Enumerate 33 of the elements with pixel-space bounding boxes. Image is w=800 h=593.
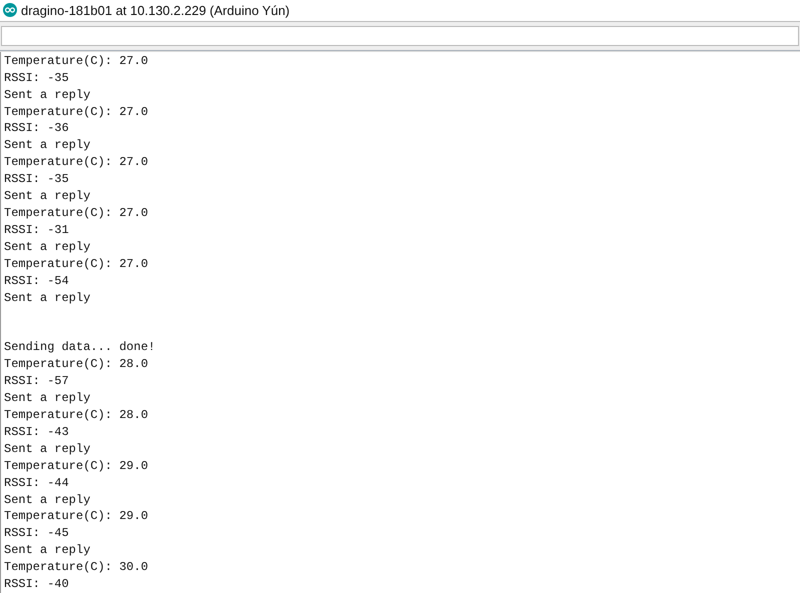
output-line: RSSI: -54 (4, 272, 69, 290)
output-line: RSSI: -31 (4, 222, 69, 239)
output-line: Sent a reply (4, 238, 90, 256)
app-logo-icon (3, 3, 17, 18)
output-line: RSSI: -35 (4, 171, 69, 188)
output-line: RSSI: -44 (4, 474, 69, 492)
output-line: Sent a reply (4, 390, 90, 408)
output-line: Temperature(C): 27.0 (4, 104, 148, 120)
output-line: Sent a reply (4, 492, 90, 508)
output-line: Sent a reply (4, 542, 90, 560)
output-line: Sent a reply (4, 137, 90, 154)
output-line: Temperature(C): 27.0 (4, 154, 148, 172)
output-line: RSSI: -36 (4, 120, 69, 138)
input-field[interactable] (1, 26, 799, 46)
output-line: Temperature(C): 27.0 (4, 204, 148, 222)
output-line: RSSI: -40 (4, 576, 69, 593)
output-line: Temperature(C): 29.0 (4, 508, 148, 526)
output-line: Temperature(C): 30.0 (4, 559, 148, 576)
output-line: Temperature(C): 27.0 (4, 256, 148, 273)
output-line: Sent a reply (4, 188, 90, 205)
output-line: Sending data... done! (4, 339, 156, 356)
output-line: Temperature(C): 28.0 (4, 407, 148, 424)
output-line: RSSI: -45 (4, 525, 69, 542)
output-line: Temperature(C): 27.0 (4, 52, 148, 70)
output-line: Temperature(C): 28.0 (4, 356, 148, 374)
output-line: Temperature(C): 29.0 (4, 458, 148, 475)
output-line: Sent a reply (4, 290, 90, 306)
output-line: Sent a reply (4, 86, 90, 104)
output-line: RSSI: -43 (4, 424, 69, 441)
output-line: RSSI: -57 (4, 373, 69, 390)
window-title: dragino-181b01 at 10.130.2.229 (Arduino Yún) (21, 2, 290, 20)
output-line: Sent a reply (4, 440, 90, 458)
output-line: RSSI: -35 (4, 70, 69, 87)
